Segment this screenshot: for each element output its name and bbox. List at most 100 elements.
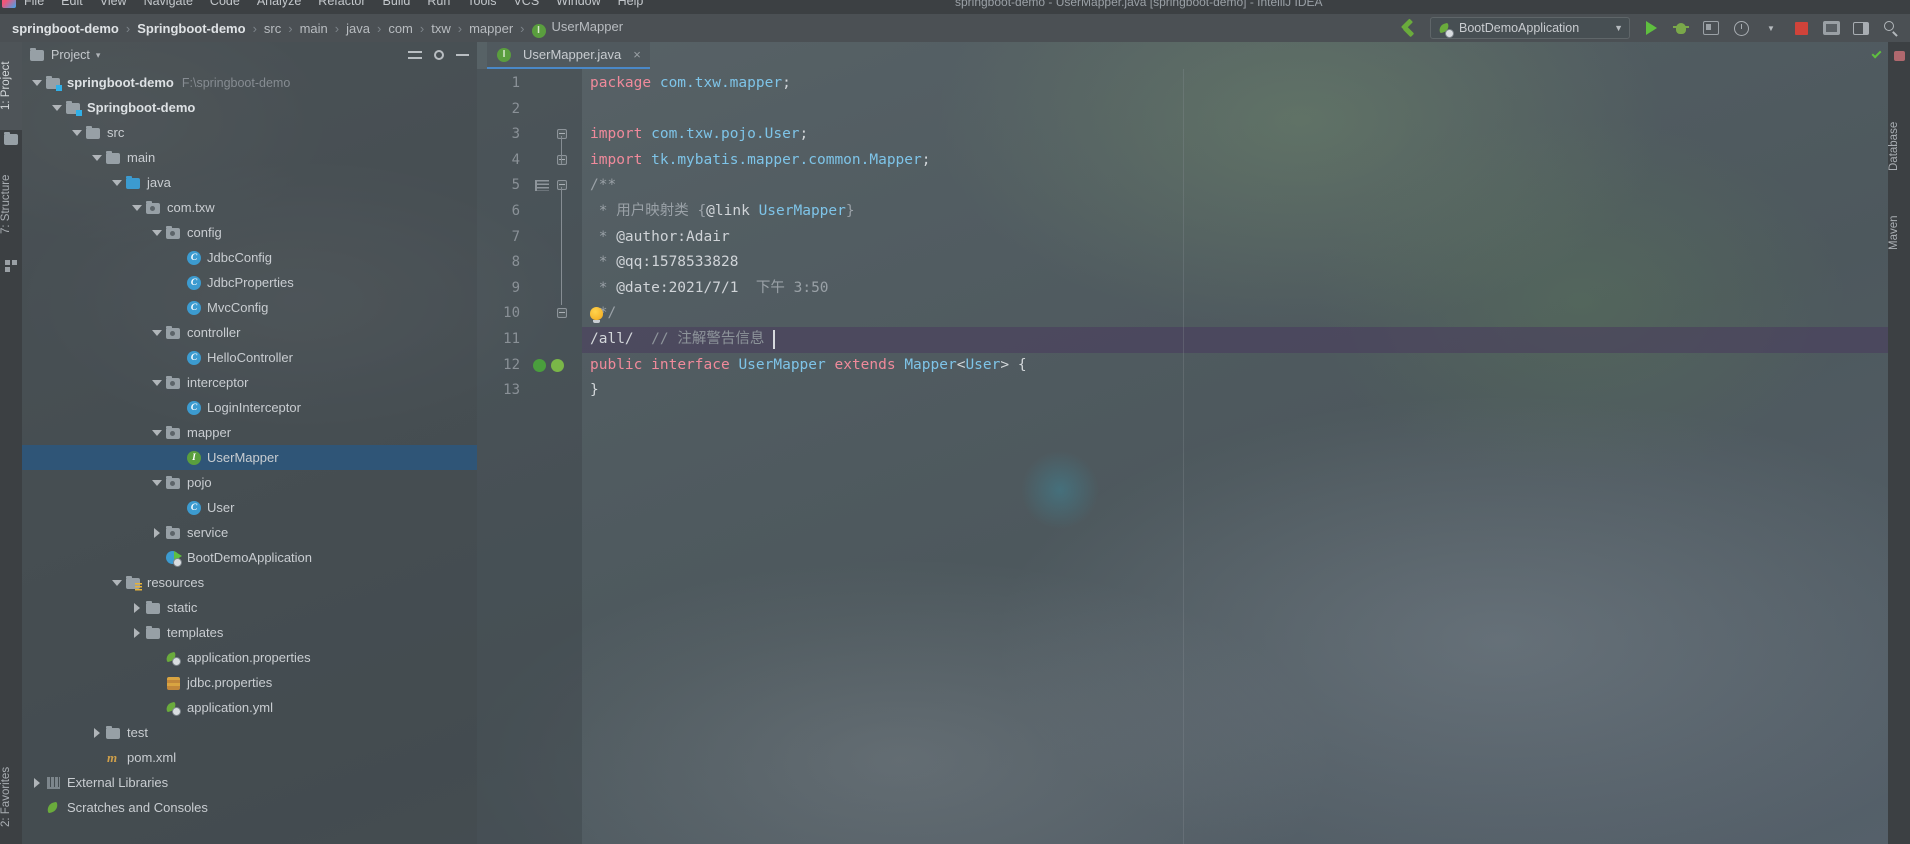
chevron-right-icon[interactable] [130,601,143,614]
code-line-3[interactable]: import com.txw.pojo.User; [582,122,1888,148]
tree-item-bootdemoapplication[interactable]: BootDemoApplication [22,545,477,570]
run-with-coverage-button[interactable] [1698,16,1724,40]
tree-item-test[interactable]: test [22,720,477,745]
tree-item-static[interactable]: static [22,595,477,620]
breadcrumb-item-mapper[interactable]: mapper [469,21,513,36]
tree-item-interceptor[interactable]: interceptor [22,370,477,395]
breadcrumb-item-springboot-demo[interactable]: Springboot-demo [137,21,245,36]
tree-item-jdbcproperties[interactable]: C JdbcProperties [22,270,477,295]
breadcrumb-item-main[interactable]: main [300,21,328,36]
menu-bar[interactable]: File Edit View Navigate Code Analyze Refactor B… [24,0,643,8]
tool-window-favorites[interactable]: 2: Favorites [0,754,22,840]
code-content[interactable]: package com.txw.mapper; import com.txw.p… [582,69,1888,844]
code-line-8[interactable]: * @qq:1578533828 [582,250,1888,276]
code-line-9[interactable]: * @date:2021/7/1 下午 3:50 [582,276,1888,302]
chevron-right-icon[interactable] [30,776,43,789]
tool-window-structure[interactable]: 7: Structure [0,154,22,254]
tree-item-service[interactable]: service [22,520,477,545]
chevron-down-icon[interactable] [50,101,63,114]
fold-toggle-icon[interactable] [557,129,567,140]
chevron-down-icon[interactable] [90,151,103,164]
project-tree[interactable]: springboot-demo F:\springboot-demo Springb… [22,68,477,820]
menu-item-build[interactable]: Build [383,0,411,8]
intention-bulb-icon[interactable] [590,307,603,324]
menu-item-vcs[interactable]: VCS [513,0,539,8]
mybatis-mapper-icon[interactable] [533,358,546,372]
chevron-down-icon[interactable] [150,226,163,239]
chevron-down-icon[interactable] [150,476,163,489]
breadcrumb-item-java[interactable]: java [346,21,370,36]
fold-toggle-icon[interactable] [557,154,567,165]
tree-item-java[interactable]: java [22,170,477,195]
code-line-11[interactable]: /all/ // 注解警告信息 [582,326,1888,353]
chevron-right-icon[interactable] [150,526,163,539]
menu-item-tools[interactable]: Tools [467,0,496,8]
tree-item-logininterceptor[interactable]: C LoginInterceptor [22,395,477,420]
breadcrumb-item-src[interactable]: src [264,21,281,36]
tree-item-usermapper[interactable]: I UserMapper [22,445,477,470]
code-line-13[interactable]: } [582,378,1888,404]
menu-item-file[interactable]: File [24,0,44,8]
chevron-down-icon[interactable] [150,426,163,439]
code-line-2[interactable] [582,97,1888,123]
collapse-all-icon[interactable] [408,49,422,61]
tree-item-application-yml[interactable]: application.yml [22,695,477,720]
tree-item-com-txw[interactable]: com.txw [22,195,477,220]
chevron-down-icon[interactable] [70,126,83,139]
code-line-6[interactable]: * 用户映射类 {@link UserMapper} [582,199,1888,225]
notifications-icon[interactable] [1892,50,1907,64]
inspection-status-icon[interactable] [1870,48,1884,62]
menu-item-analyze[interactable]: Analyze [257,0,301,8]
menu-item-code[interactable]: Code [210,0,240,8]
fold-toggle-icon[interactable] [557,308,567,319]
chevron-down-icon[interactable] [150,326,163,339]
layout-button[interactable] [1848,16,1874,40]
breadcrumb-item-com[interactable]: com [388,21,413,36]
tree-item-pojo[interactable]: pojo [22,470,477,495]
chevron-right-icon[interactable] [90,726,103,739]
vcs-update-button[interactable] [1818,16,1844,40]
code-line-4[interactable]: import tk.mybatis.mapper.common.Mapper; [582,148,1888,174]
chevron-right-icon[interactable] [130,626,143,639]
menu-item-run[interactable]: Run [427,0,450,8]
code-line-5[interactable]: /** [582,173,1888,199]
tree-item-templates[interactable]: templates [22,620,477,645]
menu-item-refactor[interactable]: Refactor [318,0,365,8]
breadcrumb-item-usermapper[interactable]: I UserMapper [531,19,623,38]
tool-window-maven[interactable]: Maven [1888,202,1910,264]
menu-item-window[interactable]: Window [556,0,600,8]
tree-item-scratches-and-consoles[interactable]: Scratches and Consoles [22,795,477,820]
tree-item-main[interactable]: main [22,145,477,170]
debug-button[interactable] [1668,16,1694,40]
menu-item-navigate[interactable]: Navigate [144,0,193,8]
tree-item-user[interactable]: C User [22,495,477,520]
run-configuration-selector[interactable]: BootDemoApplication ▼ [1430,17,1630,39]
code-line-1[interactable]: package com.txw.mapper; [582,71,1888,97]
tree-item-resources[interactable]: resources [22,570,477,595]
tool-window-project[interactable]: 1: Project [0,42,22,130]
tree-item-controller[interactable]: controller [22,320,477,345]
tree-item-src[interactable]: src [22,120,477,145]
menu-item-edit[interactable]: Edit [61,0,83,8]
build-button[interactable] [1396,16,1422,40]
close-icon[interactable]: × [633,47,641,62]
breadcrumb-item-txw[interactable]: txw [431,21,451,36]
tree-item-hellocontroller[interactable]: C HelloController [22,345,477,370]
chevron-down-icon[interactable] [110,176,123,189]
profiler-dropdown[interactable]: ▼ [1758,16,1784,40]
tree-item-application-properties[interactable]: application.properties [22,645,477,670]
gear-icon[interactable] [432,48,446,62]
breadcrumb-item-springboot-demo[interactable]: springboot-demo [12,21,119,36]
chevron-down-icon[interactable] [150,376,163,389]
code-line-12[interactable]: public interface UserMapper extends Mapp… [582,353,1888,379]
tree-item-external-libraries[interactable]: External Libraries [22,770,477,795]
tree-item-springboot-demo[interactable]: springboot-demo F:\springboot-demo [22,70,477,95]
tree-item-mapper[interactable]: mapper [22,420,477,445]
tree-item-jdbc-properties[interactable]: jdbc.properties [22,670,477,695]
chevron-down-icon[interactable] [110,576,123,589]
hide-icon[interactable] [456,54,469,56]
editor-gutter[interactable]: 1 2 3 4 5 6 7 8 9 10 11 12 13 [477,69,582,844]
search-everywhere-button[interactable] [1878,16,1904,40]
stop-button[interactable] [1788,16,1814,40]
tree-item-jdbcconfig[interactable]: C JdbcConfig [22,245,477,270]
